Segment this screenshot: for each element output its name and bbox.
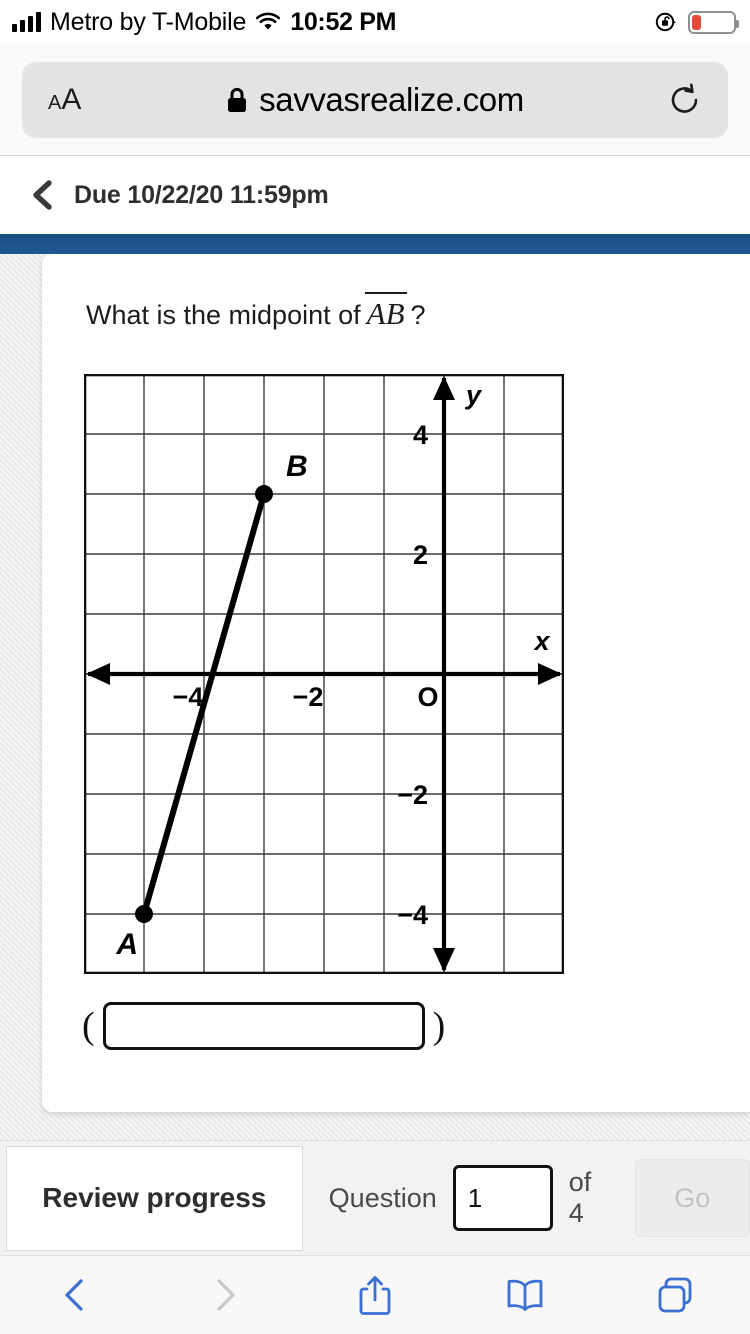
browser-forward-button[interactable] [150, 1277, 300, 1313]
svg-text:4: 4 [413, 420, 428, 450]
question-total-label: of 4 [568, 1167, 592, 1228]
browser-share-button[interactable] [300, 1274, 450, 1316]
svg-text:−2: −2 [293, 682, 324, 712]
wifi-icon [255, 12, 281, 32]
browser-address-bar-container: AA savvasrealize.com [0, 44, 750, 156]
coordinate-graph-svg: y x −4 −2 O 4 2 −2 −4 A B [84, 374, 564, 974]
lock-icon [226, 87, 248, 113]
due-date-text: Due 10/22/20 11:59pm [74, 180, 329, 209]
svg-text:y: y [464, 380, 483, 410]
text-size-button[interactable]: AA [48, 84, 81, 115]
answer-row: ( ) [82, 1002, 445, 1050]
url-text: savvasrealize.com [259, 80, 524, 118]
question-nav-footer: Review progress Question of 4 Go [0, 1140, 750, 1255]
svg-text:x: x [532, 626, 550, 656]
carrier-name: Metro by T-Mobile [50, 7, 247, 36]
svg-text:B: B [286, 450, 308, 483]
rotation-lock-icon [654, 10, 678, 34]
status-bar-right [654, 0, 739, 44]
svg-text:−4: −4 [173, 682, 204, 712]
question-prompt: What is the midpoint of AB? [86, 292, 426, 332]
back-chevron-icon[interactable] [30, 179, 56, 211]
review-progress-button[interactable]: Review progress [6, 1145, 303, 1251]
address-bar[interactable]: AA savvasrealize.com [22, 61, 728, 138]
assignment-header: Due 10/22/20 11:59pm [0, 156, 750, 234]
status-bar-clock: 10:52 PM [290, 7, 397, 36]
segment-ab-label: AB [364, 292, 407, 331]
app-header-bar [0, 234, 750, 254]
svg-text:A: A [115, 928, 138, 961]
question-card: What is the midpoint of AB? y x −4 −2 O 4 2 −2 −4… [42, 254, 750, 1112]
browser-tabs-button[interactable] [600, 1276, 750, 1314]
svg-text:2: 2 [413, 540, 428, 570]
svg-text:−4: −4 [397, 900, 428, 930]
answer-open-paren: ( [82, 1005, 95, 1047]
answer-input[interactable] [102, 1002, 425, 1050]
browser-bookmarks-button[interactable] [450, 1278, 600, 1312]
svg-text:−2: −2 [397, 780, 428, 810]
question-prompt-suffix: ? [410, 300, 426, 330]
url-display[interactable]: savvasrealize.com [226, 81, 524, 119]
cellular-bars-icon [12, 12, 41, 32]
reload-icon[interactable] [668, 83, 702, 117]
battery-low-icon [688, 10, 739, 34]
question-label: Question [328, 1182, 437, 1213]
status-bar-left: Metro by T-Mobile 10:52 PM [0, 7, 397, 37]
question-navigator: Question of 4 [329, 1165, 613, 1231]
question-prompt-prefix: What is the midpoint of [86, 300, 361, 330]
browser-back-button[interactable] [0, 1277, 150, 1313]
svg-text:O: O [417, 682, 438, 712]
status-bar: Metro by T-Mobile 10:52 PM [0, 0, 750, 44]
iphone-screen: Metro by T-Mobile 10:52 PM AA savvasreal… [0, 0, 750, 1334]
answer-close-paren: ) [432, 1005, 446, 1047]
go-button[interactable]: Go [634, 1159, 750, 1237]
question-number-input[interactable] [452, 1165, 553, 1231]
coordinate-graph: y x −4 −2 O 4 2 −2 −4 A B [84, 374, 564, 974]
browser-toolbar [0, 1255, 750, 1334]
